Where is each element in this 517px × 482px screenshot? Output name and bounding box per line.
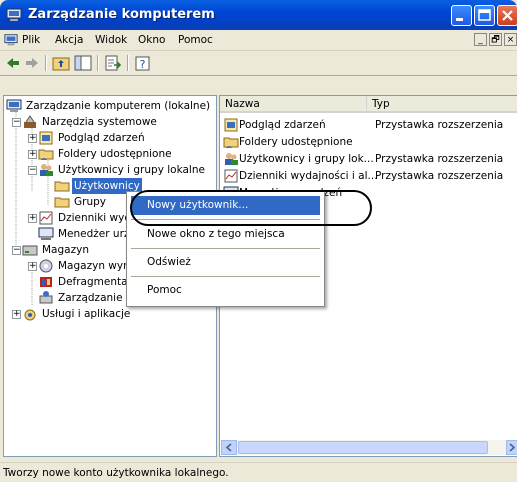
users-icon — [225, 153, 238, 165]
collapse-toggle[interactable]: − — [28, 166, 37, 175]
menu-view[interactable]: Widok — [95, 34, 127, 46]
event-viewer-icon — [39, 131, 53, 145]
toolbar-separator — [45, 55, 47, 71]
list-item-type: Przystawka rozszerzenia — [375, 119, 504, 131]
event-viewer-icon — [224, 118, 238, 132]
export-list-icon[interactable] — [104, 54, 122, 72]
toolbar-separator — [127, 55, 129, 71]
toolbar-separator — [97, 55, 99, 71]
mdi-close-button[interactable]: × — [504, 33, 517, 46]
menu-separator — [131, 248, 320, 249]
services-icon — [24, 309, 36, 321]
maximize-icon — [478, 9, 491, 21]
back-icon[interactable] — [5, 54, 21, 72]
minimize-button[interactable] — [451, 5, 472, 26]
window-title: Zarządzanie komputerem — [28, 7, 215, 22]
list-item-name: Użytkownicy i grupy lok... — [239, 153, 374, 165]
menu-item-new-window-from-here[interactable]: Nowe okno z tego miejsca — [131, 225, 320, 244]
status-text: Tworzy nowe konto użytkownika lokalnego. — [3, 467, 229, 479]
show-hide-tree-icon[interactable] — [74, 54, 92, 72]
help-icon[interactable]: ? — [134, 54, 152, 72]
svg-text:?: ? — [140, 58, 146, 71]
tree-item-label: Grupy — [74, 196, 106, 208]
tree-item-label: Foldery udostępnione — [58, 148, 172, 160]
title-bar[interactable]: Zarządzanie komputerem — [0, 0, 517, 30]
menu-bar: Plik Akcja Widok Okno Pomoc _ 🗗 × — [0, 30, 517, 51]
column-header-name[interactable]: Nazwa — [220, 96, 367, 113]
performance-logs-icon — [39, 211, 53, 225]
minimize-icon — [456, 18, 463, 21]
list-item-name: Dzienniki wydajności i al... — [239, 170, 378, 182]
scroll-left-button[interactable] — [221, 440, 237, 455]
performance-logs-icon — [224, 169, 238, 183]
list-item-type: Przystawka rozszerzenia — [375, 170, 504, 182]
tree-item-label: Usługi i aplikacje — [42, 308, 131, 320]
console-icon[interactable] — [4, 33, 18, 47]
list-item-type: Przystawka rozszerzenia — [375, 153, 504, 165]
close-icon — [502, 10, 513, 21]
collapse-toggle[interactable]: − — [12, 118, 21, 127]
folder-icon — [54, 181, 70, 192]
folder-icon — [54, 197, 70, 208]
tree-item-label: Użytkownicy i grupy lokalne — [58, 164, 205, 176]
tree-item-label: Zarządzanie komputerem (lokalne) — [26, 100, 211, 112]
disk-management-icon — [39, 291, 53, 304]
device-manager-icon — [38, 227, 54, 240]
forward-icon[interactable] — [24, 54, 40, 72]
scroll-thumb[interactable] — [238, 441, 488, 454]
tools-icon — [24, 115, 36, 128]
collapse-toggle[interactable]: − — [12, 246, 21, 255]
mdi-minimize-button[interactable]: _ — [474, 33, 487, 46]
computer-icon — [6, 99, 22, 112]
tree-item-label: Podgląd zdarzeń — [58, 132, 145, 144]
expand-toggle[interactable]: + — [28, 214, 37, 223]
chevron-left-icon — [225, 443, 232, 452]
menu-help[interactable]: Pomoc — [178, 34, 213, 46]
tree-item-label: Narzędzia systemowe — [42, 116, 157, 128]
scroll-right-button[interactable] — [506, 440, 517, 455]
menu-separator — [131, 276, 320, 277]
expand-toggle[interactable]: + — [28, 262, 37, 271]
expand-toggle[interactable]: + — [28, 150, 37, 159]
shared-folder-icon — [223, 137, 239, 148]
storage-icon — [22, 245, 38, 256]
expand-toggle[interactable]: + — [12, 310, 21, 319]
close-button[interactable] — [497, 5, 517, 26]
maximize-button[interactable] — [474, 5, 495, 26]
menu-window[interactable]: Okno — [138, 34, 165, 46]
up-folder-icon[interactable] — [52, 54, 70, 72]
list-item-name: Foldery udostępnione — [239, 136, 353, 148]
status-bar: Tworzy nowe konto użytkownika lokalnego. — [0, 462, 517, 482]
menu-item-help[interactable]: Pomoc — [131, 281, 320, 300]
list-item-name: Podgląd zdarzeń — [239, 119, 326, 131]
column-header-type[interactable]: Typ — [367, 96, 517, 113]
defragmenter-icon — [40, 277, 52, 287]
mdi-restore-button[interactable]: 🗗 — [489, 33, 502, 46]
toolbar: ? — [0, 51, 517, 76]
removable-storage-icon — [39, 259, 53, 273]
tree-item-label: Magazyn — [42, 244, 89, 256]
expand-toggle[interactable]: + — [28, 134, 37, 143]
computer-management-window: Zarządzanie komputerem Plik Akcja Widok … — [0, 0, 517, 482]
users-icon — [40, 164, 53, 176]
menu-action[interactable]: Akcja — [55, 34, 83, 46]
horizontal-scrollbar[interactable] — [221, 440, 517, 455]
computer-icon — [6, 8, 22, 22]
menu-file[interactable]: Plik — [22, 34, 40, 46]
chevron-right-icon — [509, 443, 516, 452]
highlight-oval — [130, 190, 372, 226]
menu-item-refresh[interactable]: Odśwież — [131, 253, 320, 272]
shared-folder-icon — [38, 149, 54, 160]
